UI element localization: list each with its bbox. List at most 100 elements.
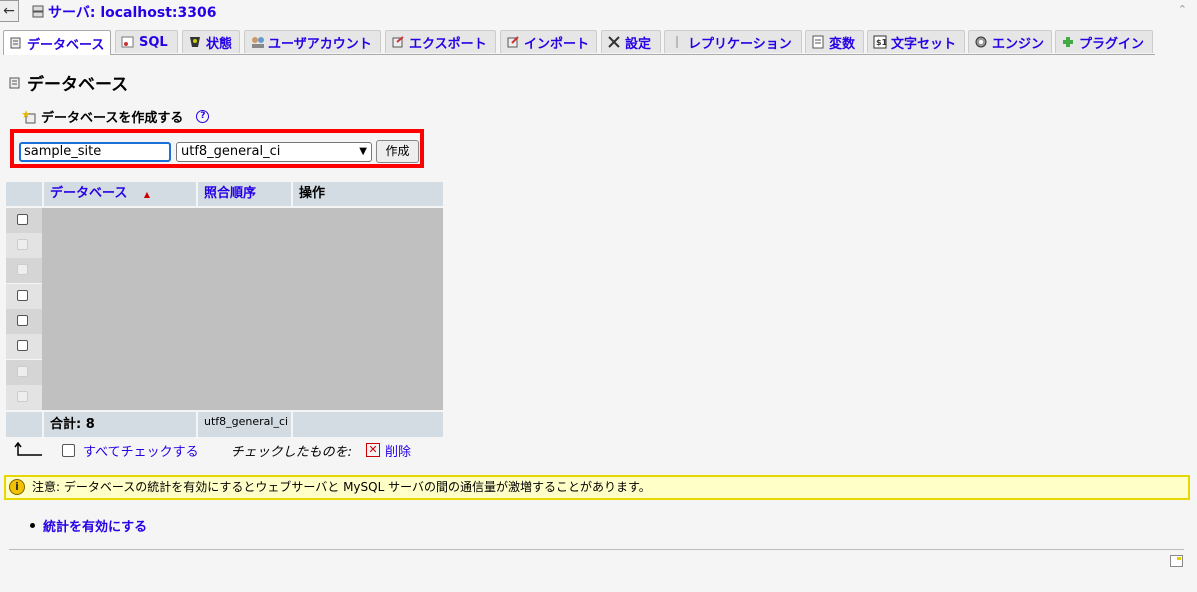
tab-charsets[interactable]: $1 文字セット (867, 30, 965, 53)
console-icon[interactable] (1170, 555, 1183, 567)
sql-icon (121, 35, 135, 49)
check-all-checkbox[interactable] (62, 443, 75, 457)
collation-select[interactable]: utf8_general_ci ▼ (176, 142, 372, 162)
tab-variables[interactable]: 変数 (805, 30, 864, 53)
tab-databases[interactable]: データベース (3, 30, 111, 55)
tab-label: 状態 (206, 36, 233, 52)
enable-statistics-item: 統計を有効にする (30, 516, 147, 535)
table-row (6, 284, 42, 309)
table-header: データベース ▲ 照合順序 操作 (6, 182, 443, 206)
table-row (6, 360, 42, 385)
header-collation-label[interactable]: 照合順序 (204, 186, 256, 201)
tab-label: プラグイン (1079, 36, 1145, 52)
new-database-icon (22, 109, 36, 124)
row-checkbox[interactable] (17, 214, 28, 225)
divider (9, 549, 1184, 550)
arrow-ltr-icon (12, 441, 42, 458)
table-row (6, 385, 42, 410)
tab-engines[interactable]: エンジン (968, 30, 1052, 53)
tab-label: データベース (27, 37, 105, 53)
tab-label: インポート (524, 36, 590, 52)
settings-icon (607, 35, 621, 49)
import-icon (506, 35, 520, 49)
sort-asc-icon: ▲ (143, 190, 151, 199)
table-row (6, 258, 42, 283)
info-icon: i (9, 479, 25, 495)
tab-label: 変数 (829, 36, 856, 52)
header-database-label[interactable]: データベース (50, 186, 127, 201)
engines-icon (974, 35, 988, 49)
tab-plugins[interactable]: プラグイン (1055, 30, 1153, 53)
row-checkbox-disabled (17, 391, 28, 402)
tab-export[interactable]: エクスポート (385, 30, 496, 53)
row-checkbox-disabled (17, 366, 28, 377)
charset-icon: $1 (873, 35, 888, 49)
tab-import[interactable]: インポート (500, 30, 597, 53)
bulk-actions: すべてチェックする チェックしたものを: ✕ 削除 (12, 440, 411, 460)
server-icon (31, 5, 45, 19)
tab-label: 設定 (625, 36, 652, 52)
row-checkbox[interactable] (17, 290, 28, 301)
create-database-form: sample_site utf8_general_ci ▼ 作成 (10, 129, 424, 168)
server-label[interactable]: サーバ: localhost:3306 (48, 2, 216, 22)
collation-selected-value: utf8_general_ci (181, 144, 281, 159)
tab-label: SQL (139, 34, 168, 50)
header-checkbox-cell (6, 182, 42, 206)
tab-label: レプリケーション (688, 36, 792, 52)
table-footer: 合計: 8 utf8_general_ci (6, 412, 443, 437)
notice-banner: i 注意: データベースの統計を有効にするとウェブサーバと MySQL サーバの… (4, 475, 1190, 500)
create-database-heading: データベースを作成する ? (22, 107, 210, 126)
main-tabs: データベース SQL 状態 ユーザアカウント エクスポート インポート 設定 レ… (3, 30, 1155, 55)
top-bar: ← サーバ: localhost:3306 ⌃ (0, 0, 1197, 22)
row-checkbox[interactable] (17, 315, 28, 326)
create-database-label: データベースを作成する (41, 111, 184, 126)
table-row (6, 208, 42, 233)
database-icon (8, 76, 22, 90)
database-icon (9, 36, 23, 50)
total-collation: utf8_general_ci (196, 412, 291, 437)
row-checkbox[interactable] (17, 340, 28, 351)
replication-icon (670, 35, 684, 49)
tab-label: エクスポート (409, 36, 487, 52)
header-collation[interactable]: 照合順序 (196, 182, 291, 206)
header-action: 操作 (291, 182, 443, 206)
with-selected-label: チェックしたものを: (230, 444, 352, 460)
tab-status[interactable]: 状態 (182, 30, 240, 53)
enable-statistics-link[interactable]: 統計を有効にする (43, 516, 147, 535)
total-count: 合計: 8 (42, 412, 196, 437)
tab-sql[interactable]: SQL (115, 30, 178, 53)
check-all-link[interactable]: すべてチェックする (83, 441, 199, 460)
tab-label: ユーザアカウント (268, 36, 372, 52)
export-icon (391, 35, 405, 49)
back-button[interactable]: ← (0, 0, 19, 22)
tab-replication[interactable]: レプリケーション (664, 30, 802, 53)
footer-empty-cell (6, 412, 42, 437)
table-row (6, 334, 42, 359)
row-checkbox-disabled (17, 264, 28, 275)
table-row (6, 233, 42, 258)
delete-icon[interactable]: ✕ (365, 443, 380, 457)
footer-action-cell (291, 412, 443, 437)
chevron-down-icon: ▼ (359, 146, 367, 157)
collapse-icon[interactable]: ⌃ (1178, 3, 1187, 16)
svg-text:$1: $1 (876, 38, 887, 47)
notice-text: 注意: データベースの統計を有効にするとウェブサーバと MySQL サーバの間の… (32, 480, 651, 494)
delete-link[interactable]: 削除 (385, 441, 411, 460)
server-breadcrumb[interactable]: サーバ: localhost:3306 (31, 2, 216, 22)
bullet-icon (30, 523, 35, 528)
tab-label: 文字セット (891, 36, 957, 52)
tab-user-accounts[interactable]: ユーザアカウント (244, 30, 381, 53)
users-icon (250, 35, 264, 49)
plugins-icon (1061, 35, 1075, 49)
variables-icon (811, 35, 825, 49)
status-icon (188, 35, 202, 49)
page-title-text: データベース (27, 75, 129, 95)
tab-settings[interactable]: 設定 (601, 30, 661, 53)
database-name-input[interactable]: sample_site (19, 142, 171, 162)
header-database[interactable]: データベース ▲ (42, 182, 196, 206)
header-action-label: 操作 (299, 186, 326, 201)
create-button[interactable]: 作成 (376, 140, 419, 163)
redacted-database-list (42, 208, 443, 410)
table-row (6, 309, 42, 334)
help-icon[interactable]: ? (196, 110, 210, 123)
